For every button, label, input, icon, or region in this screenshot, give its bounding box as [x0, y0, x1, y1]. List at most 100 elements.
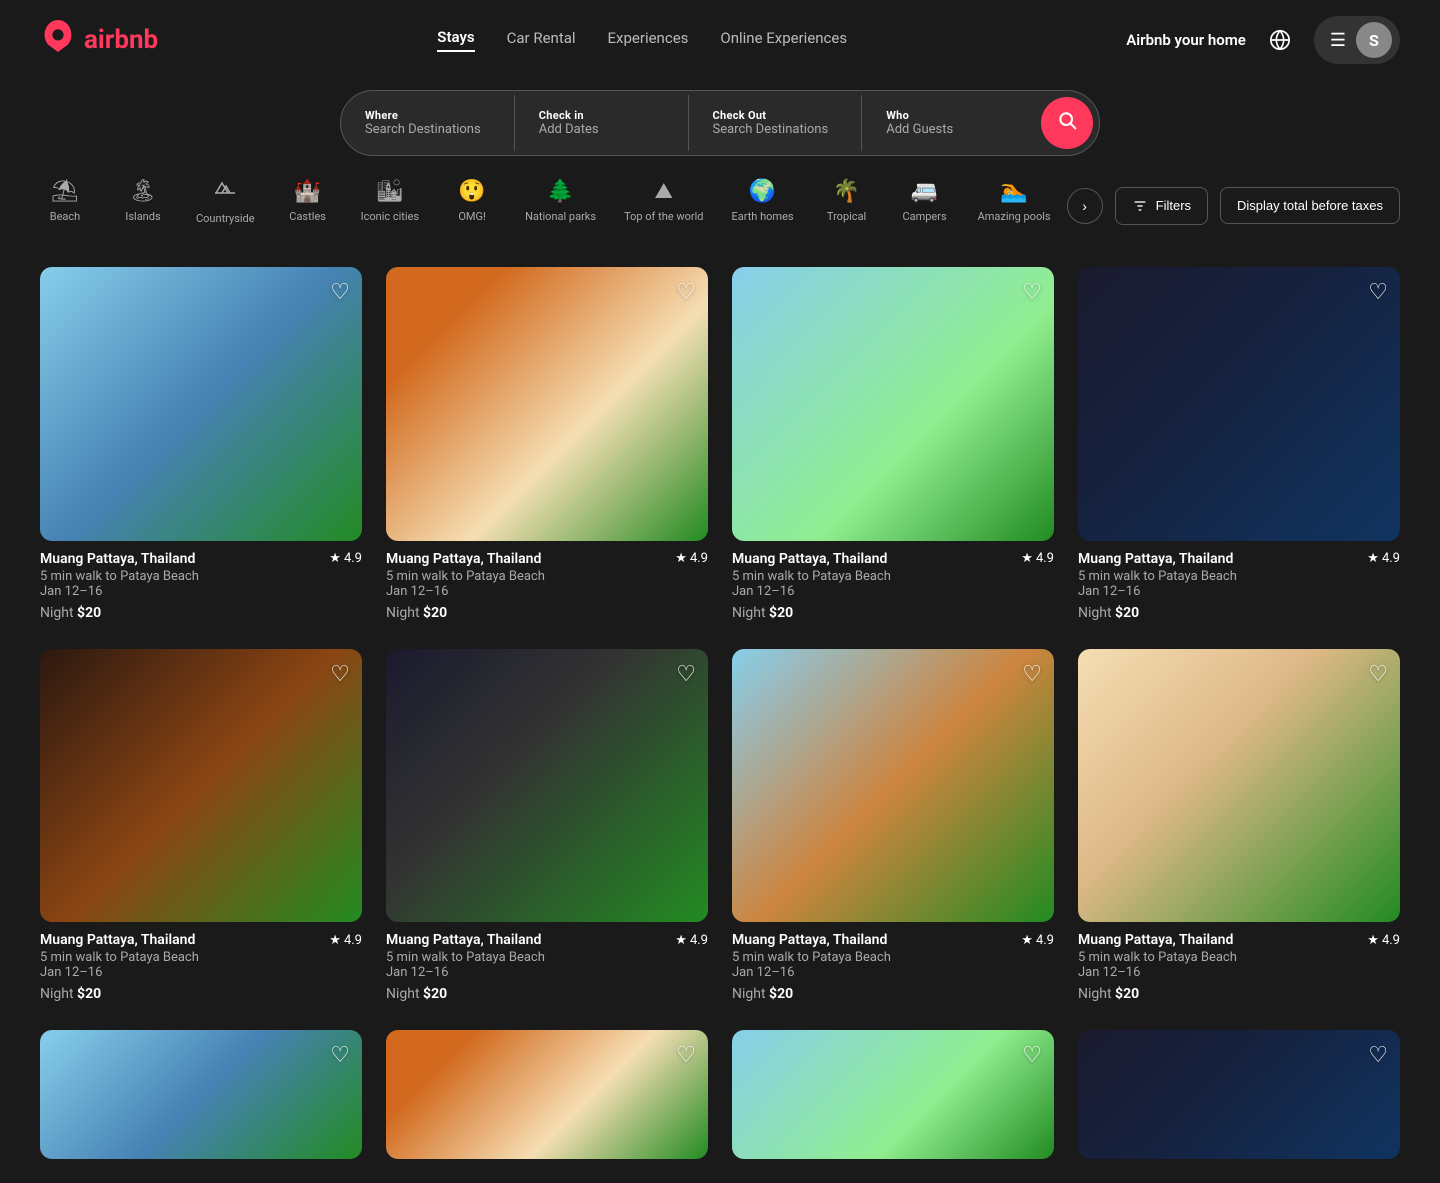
- islands-icon: 🏝: [129, 179, 157, 204]
- listing-card[interactable]: ♡: [386, 1030, 708, 1159]
- listing-price: Night $20: [386, 605, 708, 621]
- listing-image-8: [1078, 649, 1400, 923]
- who-value: Add Guests: [886, 122, 1011, 137]
- top-of-world-icon: ⛰: [655, 179, 673, 204]
- category-nav-controls: › Filters Display total before taxes: [1067, 187, 1400, 225]
- logo-text: airbnb: [84, 25, 158, 55]
- category-tropical[interactable]: 🌴 Tropical: [822, 179, 872, 233]
- language-button[interactable]: [1262, 22, 1298, 58]
- who-label: Who: [886, 109, 1011, 122]
- category-nav: ⛱ Beach 🏝 Islands Countryside 🏰 Castles …: [0, 156, 1440, 243]
- listing-card[interactable]: ♡ Muang Pattaya, Thailand ★ 4.9 5 min wa…: [40, 649, 362, 1007]
- listing-card[interactable]: ♡ Muang Pattaya, Thailand ★ 4.9 5 min wa…: [386, 267, 708, 625]
- category-top-of-the-world[interactable]: ⛰ Top of the world: [624, 179, 703, 233]
- listing-image-4: [1078, 267, 1400, 541]
- category-iconic-cities[interactable]: 🏙 Iconic cities: [361, 179, 419, 233]
- listing-card[interactable]: ♡: [40, 1030, 362, 1159]
- favorite-button[interactable]: ♡: [1368, 279, 1388, 305]
- omg-label: OMG!: [458, 210, 486, 223]
- where-section[interactable]: Where Search Destinations: [341, 95, 515, 151]
- amazing-pools-icon: 🏊: [1000, 179, 1027, 204]
- favorite-button[interactable]: ♡: [1368, 661, 1388, 687]
- category-castles[interactable]: 🏰 Castles: [283, 179, 333, 233]
- listing-info: Muang Pattaya, Thailand ★ 4.9 5 min walk…: [732, 541, 1054, 625]
- beach-label: Beach: [50, 210, 81, 223]
- listing-image-2: [386, 267, 708, 541]
- listing-dates: Jan 12–16: [386, 584, 708, 599]
- listing-title-row: Muang Pattaya, Thailand ★ 4.9: [1078, 551, 1400, 567]
- listing-card[interactable]: ♡ Muang Pattaya, Thailand ★ 4.9 5 min wa…: [732, 649, 1054, 1007]
- listing-title: Muang Pattaya, Thailand: [386, 932, 541, 948]
- favorite-button[interactable]: ♡: [676, 1042, 696, 1068]
- hamburger-icon: ☰: [1330, 30, 1346, 51]
- listing-card[interactable]: ♡ Muang Pattaya, Thailand ★ 4.9 5 min wa…: [732, 267, 1054, 625]
- checkin-section[interactable]: Check in Add Dates: [515, 95, 689, 151]
- category-campers[interactable]: 🚐 Campers: [900, 179, 950, 233]
- filters-button[interactable]: Filters: [1115, 187, 1208, 225]
- tropical-label: Tropical: [827, 210, 866, 223]
- airbnb-home-button[interactable]: Airbnb your home: [1126, 31, 1246, 49]
- favorite-button[interactable]: ♡: [676, 661, 696, 687]
- listing-card[interactable]: ♡ Muang Pattaya, Thailand ★ 4.9 5 min wa…: [1078, 267, 1400, 625]
- listing-image-wrap: ♡: [40, 1030, 362, 1159]
- category-beach[interactable]: ⛱ Beach: [40, 179, 90, 233]
- listing-card[interactable]: ♡: [732, 1030, 1054, 1159]
- tropical-icon: 🌴: [833, 179, 860, 204]
- category-items: ⛱ Beach 🏝 Islands Countryside 🏰 Castles …: [40, 176, 1051, 235]
- listing-title-row: Muang Pattaya, Thailand ★ 4.9: [1078, 932, 1400, 948]
- listing-subtitle: 5 min walk to Pataya Beach: [386, 950, 708, 965]
- listing-image-9: [40, 1030, 362, 1159]
- nav-stays[interactable]: Stays: [437, 28, 474, 52]
- listing-card[interactable]: ♡ Muang Pattaya, Thailand ★ 4.9 5 min wa…: [1078, 649, 1400, 1007]
- listing-subtitle: 5 min walk to Pataya Beach: [732, 569, 1054, 584]
- airbnb-logo-icon: [40, 18, 76, 62]
- listing-dates: Jan 12–16: [1078, 584, 1400, 599]
- favorite-button[interactable]: ♡: [1368, 1042, 1388, 1068]
- header-right: Airbnb your home ☰ S: [1126, 16, 1400, 64]
- favorite-button[interactable]: ♡: [330, 279, 350, 305]
- star-icon: ★: [329, 933, 341, 948]
- listing-card[interactable]: ♡ Muang Pattaya, Thailand ★ 4.9 5 min wa…: [386, 649, 708, 1007]
- favorite-button[interactable]: ♡: [330, 661, 350, 687]
- listings-grid: ♡ Muang Pattaya, Thailand ★ 4.9 5 min wa…: [0, 243, 1440, 1183]
- listing-image-12: [1078, 1030, 1400, 1159]
- user-menu[interactable]: ☰ S: [1314, 16, 1400, 64]
- logo[interactable]: airbnb: [40, 18, 158, 62]
- star-icon: ★: [675, 933, 687, 948]
- listing-dates: Jan 12–16: [732, 965, 1054, 980]
- checkout-section[interactable]: Check Out Search Destinations: [689, 95, 863, 151]
- star-icon: ★: [675, 551, 687, 566]
- category-omg[interactable]: 😲 OMG!: [447, 179, 497, 233]
- category-amazing-pools[interactable]: 🏊 Amazing pools: [978, 179, 1051, 233]
- nav-car-rental[interactable]: Car Rental: [507, 29, 576, 51]
- listing-title-row: Muang Pattaya, Thailand ★ 4.9: [40, 551, 362, 567]
- search-button[interactable]: [1041, 97, 1093, 149]
- castles-icon: 🏰: [294, 179, 321, 204]
- listing-title: Muang Pattaya, Thailand: [732, 932, 887, 948]
- listing-price: Night $20: [40, 605, 362, 621]
- category-islands[interactable]: 🏝 Islands: [118, 179, 168, 233]
- favorite-button[interactable]: ♡: [1022, 661, 1042, 687]
- listing-card[interactable]: ♡ Muang Pattaya, Thailand ★ 4.9 5 min wa…: [40, 267, 362, 625]
- category-earth-homes[interactable]: 🌍 Earth homes: [731, 179, 793, 233]
- nav-online-experiences[interactable]: Online Experiences: [720, 29, 847, 51]
- favorite-button[interactable]: ♡: [676, 279, 696, 305]
- listing-title-row: Muang Pattaya, Thailand ★ 4.9: [732, 932, 1054, 948]
- category-national-parks[interactable]: 🌲 National parks: [525, 179, 596, 233]
- category-countryside[interactable]: Countryside: [196, 176, 255, 235]
- listing-image-wrap: ♡: [732, 267, 1054, 541]
- listing-dates: Jan 12–16: [386, 965, 708, 980]
- listing-image-10: [386, 1030, 708, 1159]
- taxes-button[interactable]: Display total before taxes: [1220, 187, 1400, 224]
- listing-card[interactable]: ♡: [1078, 1030, 1400, 1159]
- favorite-button[interactable]: ♡: [1022, 1042, 1042, 1068]
- listing-dates: Jan 12–16: [1078, 965, 1400, 980]
- nav-experiences[interactable]: Experiences: [608, 29, 689, 51]
- listing-image-wrap: ♡: [732, 649, 1054, 923]
- listing-dates: Jan 12–16: [40, 965, 362, 980]
- favorite-button[interactable]: ♡: [1022, 279, 1042, 305]
- favorite-button[interactable]: ♡: [330, 1042, 350, 1068]
- where-value: Search Destinations: [365, 122, 490, 137]
- category-scroll-right[interactable]: ›: [1067, 188, 1103, 224]
- who-section[interactable]: Who Add Guests: [862, 95, 1035, 151]
